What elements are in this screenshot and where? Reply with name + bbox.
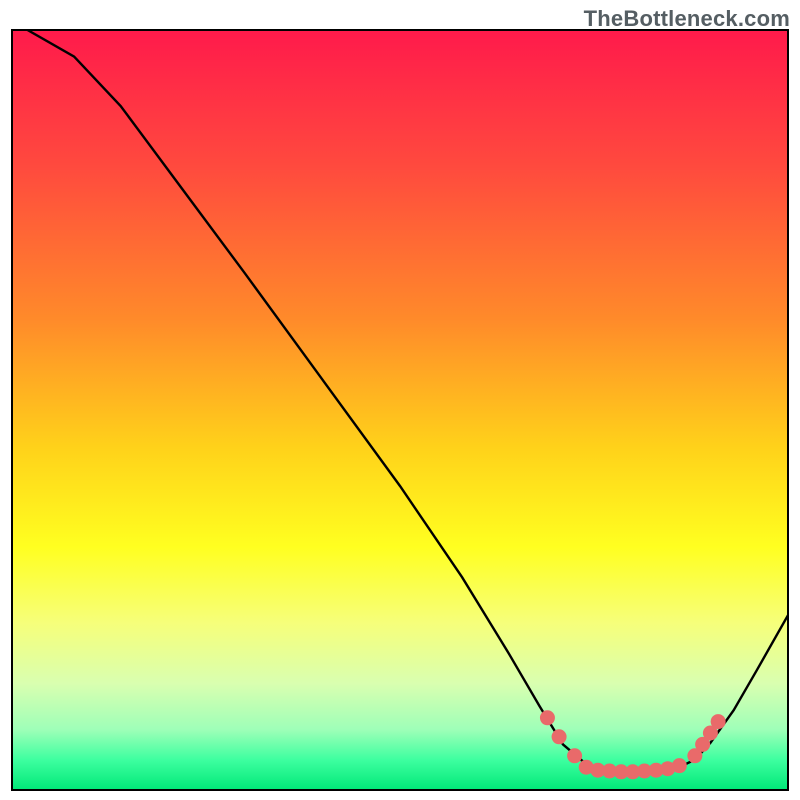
marker-dot xyxy=(711,714,726,729)
marker-dot xyxy=(567,748,582,763)
bottleneck-chart xyxy=(0,0,800,800)
marker-dot xyxy=(672,758,687,773)
gradient-background xyxy=(12,30,788,790)
chart-container: TheBottleneck.com xyxy=(0,0,800,800)
watermark-text: TheBottleneck.com xyxy=(584,6,790,32)
marker-dot xyxy=(540,710,555,725)
marker-dot xyxy=(552,729,567,744)
